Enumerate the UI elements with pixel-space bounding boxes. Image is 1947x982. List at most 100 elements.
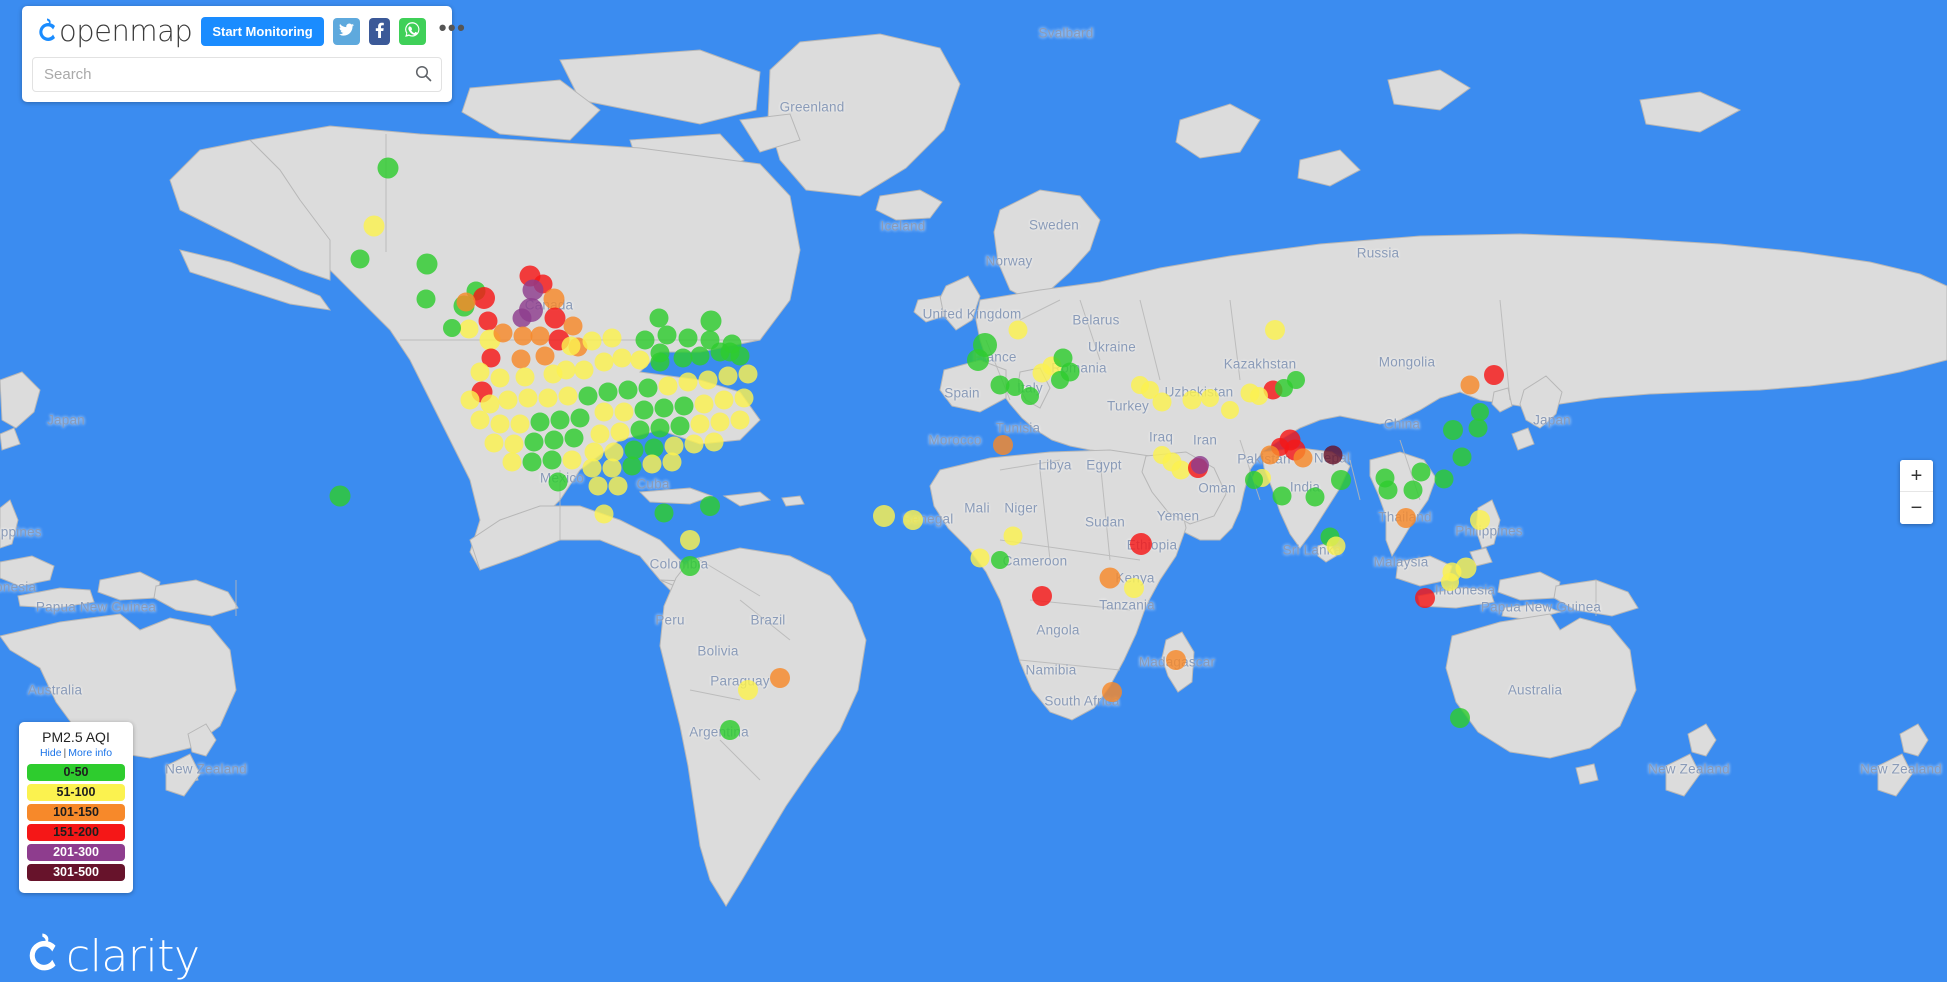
aqi-marker[interactable] <box>518 388 538 408</box>
aqi-marker[interactable] <box>638 378 658 398</box>
aqi-marker[interactable] <box>1265 320 1285 340</box>
aqi-marker[interactable] <box>678 328 698 348</box>
aqi-marker[interactable] <box>561 336 581 356</box>
aqi-marker[interactable] <box>550 410 570 430</box>
aqi-marker[interactable] <box>460 390 480 410</box>
aqi-marker[interactable] <box>610 422 630 442</box>
aqi-marker[interactable] <box>443 319 461 337</box>
aqi-marker[interactable] <box>734 388 754 408</box>
aqi-marker[interactable] <box>630 420 650 440</box>
twitter-share-button[interactable] <box>332 17 360 45</box>
aqi-marker[interactable] <box>650 352 670 372</box>
aqi-marker[interactable] <box>738 364 758 384</box>
aqi-marker[interactable] <box>622 456 642 476</box>
aqi-marker[interactable] <box>670 416 690 436</box>
aqi-marker[interactable] <box>490 414 510 434</box>
aqi-marker[interactable] <box>1378 480 1398 500</box>
aqi-marker[interactable] <box>710 412 730 432</box>
facebook-share-button[interactable] <box>368 17 390 45</box>
aqi-marker[interactable] <box>608 476 628 496</box>
aqi-marker[interactable] <box>673 348 693 368</box>
aqi-marker[interactable] <box>718 366 738 386</box>
aqi-marker[interactable] <box>1166 650 1186 670</box>
aqi-marker[interactable] <box>680 556 700 576</box>
aqi-marker[interactable] <box>1415 588 1435 608</box>
aqi-marker[interactable] <box>1245 471 1263 489</box>
aqi-marker[interactable] <box>543 288 565 310</box>
aqi-marker[interactable] <box>590 424 610 444</box>
aqi-marker[interactable] <box>704 432 724 452</box>
aqi-marker[interactable] <box>993 435 1013 455</box>
aqi-marker[interactable] <box>612 348 632 368</box>
aqi-marker[interactable] <box>515 367 535 387</box>
aqi-marker[interactable] <box>1287 371 1305 389</box>
aqi-marker[interactable] <box>524 432 544 452</box>
aqi-marker[interactable] <box>1411 462 1431 482</box>
aqi-marker[interactable] <box>970 548 990 568</box>
aqi-marker[interactable] <box>678 372 698 392</box>
aqi-marker[interactable] <box>738 680 758 700</box>
aqi-marker[interactable] <box>720 720 740 740</box>
search-icon[interactable] <box>415 65 432 87</box>
aqi-marker[interactable] <box>574 360 594 380</box>
aqi-marker[interactable] <box>654 503 674 523</box>
aqi-marker[interactable] <box>650 418 670 438</box>
aqi-marker[interactable] <box>510 414 530 434</box>
aqi-marker[interactable] <box>1443 420 1463 440</box>
aqi-marker[interactable] <box>1141 381 1159 399</box>
aqi-marker[interactable] <box>1484 365 1504 385</box>
aqi-marker[interactable] <box>654 398 674 418</box>
aqi-marker[interactable] <box>456 292 476 312</box>
aqi-marker[interactable] <box>530 412 550 432</box>
aqi-marker[interactable] <box>377 157 399 179</box>
aqi-marker[interactable] <box>544 307 566 329</box>
aqi-marker[interactable] <box>329 485 351 507</box>
aqi-marker[interactable] <box>658 376 678 396</box>
aqi-marker[interactable] <box>967 349 989 371</box>
aqi-marker[interactable] <box>350 249 370 269</box>
aqi-marker[interactable] <box>538 388 558 408</box>
zoom-in-button[interactable]: + <box>1900 460 1933 492</box>
aqi-marker[interactable] <box>535 346 555 366</box>
more-options-button[interactable]: ••• <box>435 17 469 45</box>
aqi-marker[interactable] <box>700 310 722 332</box>
aqi-marker[interactable] <box>1260 445 1280 465</box>
aqi-marker[interactable] <box>730 410 750 430</box>
aqi-marker[interactable] <box>1099 567 1121 589</box>
aqi-marker[interactable] <box>504 434 524 454</box>
aqi-marker[interactable] <box>556 360 576 380</box>
aqi-marker[interactable] <box>694 394 714 414</box>
aqi-marker[interactable] <box>700 496 720 516</box>
aqi-marker[interactable] <box>630 350 650 370</box>
aqi-marker[interactable] <box>1032 586 1052 606</box>
aqi-marker[interactable] <box>594 504 614 524</box>
aqi-marker[interactable] <box>363 215 385 237</box>
aqi-marker[interactable] <box>634 400 654 420</box>
aqi-marker[interactable] <box>770 668 790 688</box>
aqi-marker[interactable] <box>512 308 532 328</box>
aqi-marker[interactable] <box>588 476 608 496</box>
zoom-control[interactable]: + − <box>1900 460 1933 524</box>
aqi-marker[interactable] <box>1326 536 1346 556</box>
aqi-marker[interactable] <box>602 458 622 478</box>
aqi-marker[interactable] <box>614 402 634 422</box>
aqi-marker[interactable] <box>680 530 700 550</box>
aqi-marker[interactable] <box>618 380 638 400</box>
aqi-marker[interactable] <box>1434 469 1454 489</box>
aqi-marker[interactable] <box>903 510 923 530</box>
aqi-marker[interactable] <box>635 330 655 350</box>
aqi-marker[interactable] <box>598 382 618 402</box>
aqi-marker[interactable] <box>1396 508 1416 528</box>
legend-more-info-link[interactable]: More info <box>68 747 112 759</box>
aqi-marker[interactable] <box>1460 375 1480 395</box>
aqi-marker[interactable] <box>594 352 614 372</box>
search-input[interactable] <box>33 58 441 91</box>
aqi-marker[interactable] <box>1182 390 1202 410</box>
aqi-marker[interactable] <box>698 370 718 390</box>
aqi-marker[interactable] <box>1051 371 1069 389</box>
aqi-marker[interactable] <box>642 454 662 474</box>
aqi-marker[interactable] <box>544 430 564 450</box>
aqi-marker[interactable] <box>1191 456 1209 474</box>
aqi-marker[interactable] <box>1221 401 1239 419</box>
start-monitoring-button[interactable]: Start Monitoring <box>201 16 324 46</box>
